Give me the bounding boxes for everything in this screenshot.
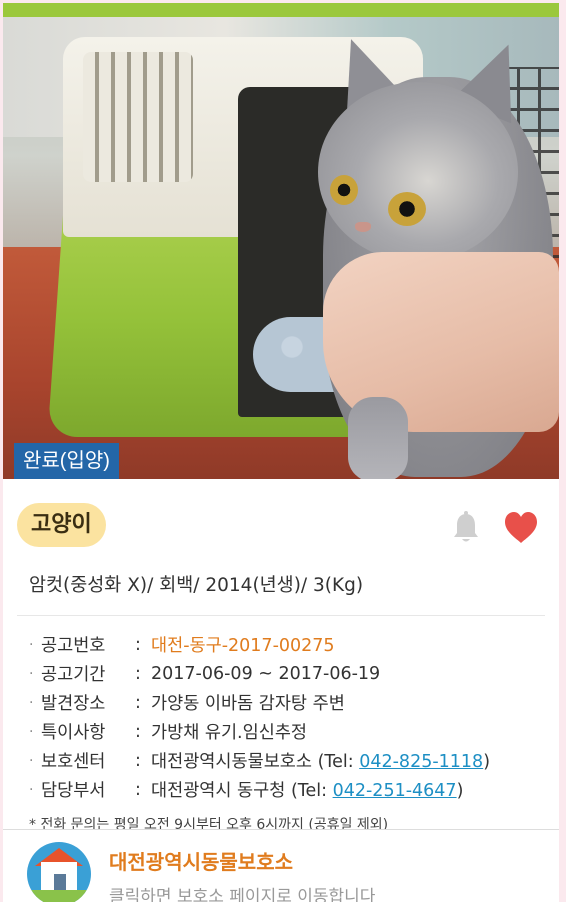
bullet: ·	[29, 694, 34, 711]
detail-shelter-center: · 보호센터 : 대전광역시동물보호소 (Tel: 042-825-1118)	[29, 746, 559, 775]
detail-label: 특이사항	[41, 723, 106, 743]
shelter-link-bar[interactable]: 대전광역시동물보호소 클릭하면 보호소 페이지로 이동합니다	[3, 829, 559, 902]
detail-label: 발견장소	[41, 694, 106, 714]
top-accent-bar	[3, 3, 559, 17]
department-value: 대전광역시 동구청 (Tel: 042-251-4647)	[151, 777, 463, 802]
detail-notice-number: · 공고번호 : 대전-동구-2017-00275	[29, 630, 559, 659]
shelter-name: 대전광역시동물보호소	[109, 850, 293, 874]
detail-label: 보호센터	[41, 752, 106, 772]
bullet: ·	[29, 636, 34, 653]
detail-label: 공고기간	[41, 665, 106, 685]
detail-colon: :	[135, 721, 141, 742]
detail-department: · 담당부서 : 대전광역시 동구청 (Tel: 042-251-4647)	[29, 775, 559, 804]
department-phone-link[interactable]: 042-251-4647	[333, 781, 457, 801]
bell-icon[interactable]	[451, 511, 481, 545]
found-location-value: 가양동 이바돔 감자탕 주변	[151, 694, 345, 714]
tel-prefix: (Tel:	[290, 781, 333, 801]
cat-eye-right	[388, 192, 426, 226]
shelter-house-icon	[27, 842, 91, 902]
bullet: ·	[29, 752, 34, 769]
tel-suffix: )	[483, 752, 491, 772]
house-grass	[27, 890, 91, 902]
cat-nose	[355, 222, 371, 232]
notice-number-value: 대전-동구-2017-00275	[151, 636, 335, 656]
detail-colon: :	[135, 663, 141, 684]
carrier-vents	[83, 52, 193, 182]
department-name: 대전광역시 동구청	[151, 781, 286, 801]
animal-card: 완료(입양) 고양이 암컷(중성화 X)/ 회백/ 2014(년생)/ 3(Kg…	[3, 3, 559, 902]
detail-found-location: · 발견장소 : 가양동 이바돔 감자탕 주변	[29, 688, 559, 717]
detail-notice-period: · 공고기간 : 2017-06-09 ~ 2017-06-19	[29, 659, 559, 688]
status-badge: 완료(입양)	[14, 443, 119, 479]
shelter-center-value: 대전광역시동물보호소 (Tel: 042-825-1118)	[151, 748, 490, 773]
detail-colon: :	[135, 750, 141, 771]
bullet: ·	[29, 723, 34, 740]
detail-special-notes: · 특이사항 : 가방채 유기.임신추정	[29, 717, 559, 746]
detail-colon: :	[135, 692, 141, 713]
tel-prefix: (Tel:	[317, 752, 360, 772]
detail-label: 담당부서	[41, 781, 106, 801]
detail-list: · 공고번호 : 대전-동구-2017-00275 · 공고기간 : 2017-…	[3, 616, 559, 804]
cat-paw	[348, 397, 408, 479]
cat-eye-left	[330, 175, 358, 205]
detail-label: 공고번호	[41, 636, 106, 656]
animal-summary: 암컷(중성화 X)/ 회백/ 2014(년생)/ 3(Kg)	[29, 575, 364, 596]
shelter-center-name: 대전광역시동물보호소	[151, 752, 312, 772]
animal-photo[interactable]: 완료(입양)	[3, 17, 559, 479]
animal-header: 고양이	[3, 479, 559, 549]
house-door	[54, 874, 66, 890]
heart-icon[interactable]	[503, 511, 539, 545]
cat-face	[318, 82, 518, 262]
notice-period-value: 2017-06-09 ~ 2017-06-19	[151, 663, 381, 684]
animal-type-pill: 고양이	[17, 503, 106, 547]
shelter-phone-link[interactable]: 042-825-1118	[359, 752, 483, 772]
bullet: ·	[29, 665, 34, 682]
shelter-subtitle: 클릭하면 보호소 페이지로 이동합니다	[109, 887, 376, 902]
tel-suffix: )	[456, 781, 464, 801]
detail-colon: :	[135, 779, 141, 800]
special-notes-value: 가방채 유기.임신추정	[151, 723, 308, 743]
bullet: ·	[29, 781, 34, 798]
detail-colon: :	[135, 634, 141, 655]
